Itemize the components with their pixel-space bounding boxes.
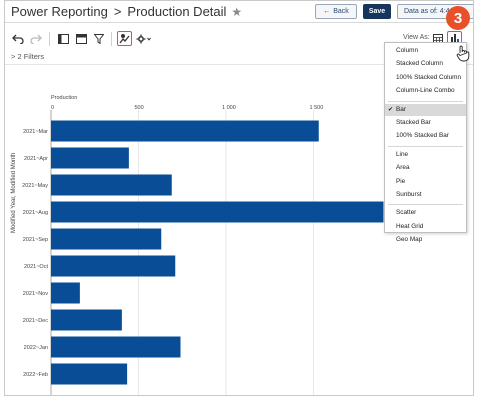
y-category-label: 2021~May: [22, 183, 48, 189]
analyze-chart-icon[interactable]: [117, 31, 132, 46]
menu-item-label: Bar: [396, 105, 406, 113]
x-axis-ticks: 0 500 1 000 1 500: [51, 105, 323, 111]
undo-icon[interactable]: [11, 32, 25, 46]
chart-type-menu: Column Stacked Column 100% Stacked Column C…: [384, 42, 467, 243]
menu-item-label: 100% Stacked Column: [396, 73, 462, 81]
menu-item-label: Line: [396, 150, 409, 158]
layout-panel-icon[interactable]: [56, 32, 70, 46]
checkmark-icon: ✔: [388, 106, 394, 113]
menu-item-label: Heat Grid: [396, 222, 424, 230]
bar[interactable]: [51, 174, 172, 196]
bar[interactable]: [51, 363, 128, 385]
menu-item-label: 100% Stacked Bar: [396, 132, 449, 140]
menu-item-scatter[interactable]: Scatter: [385, 207, 466, 219]
bars: [51, 120, 384, 385]
menu-item-line[interactable]: Line: [385, 149, 466, 161]
report-window: Power Reporting > Production Detail ★ ← Bac…: [4, 0, 474, 396]
back-button[interactable]: ← Back: [315, 4, 357, 19]
menu-item-label: Geo Map: [396, 236, 423, 244]
bar[interactable]: [51, 336, 181, 358]
menu-separator: [388, 204, 463, 206]
filter-icon[interactable]: [92, 32, 106, 46]
y-category-label: 2021~Sep: [23, 237, 48, 243]
save-button[interactable]: Save: [363, 4, 391, 19]
redo-icon[interactable]: [29, 32, 43, 46]
y-category-label: 2021~Nov: [23, 291, 48, 297]
y-category-label: 2021~Dec: [23, 318, 48, 324]
page-title: Production Detail: [127, 4, 227, 19]
page-header: Power Reporting > Production Detail ★ ← Bac…: [5, 1, 473, 23]
bar[interactable]: [51, 120, 319, 142]
menu-item-label: Column-Line Combo: [396, 87, 455, 95]
view-as-label: View As:: [403, 34, 430, 41]
toolbar-divider: [49, 32, 50, 46]
menu-item-100pct-stacked-bar[interactable]: 100% Stacked Bar: [385, 130, 466, 142]
y-category-label: 2022~Feb: [23, 372, 48, 378]
menu-item-stacked-column[interactable]: Stacked Column: [385, 58, 466, 70]
menu-item-label: Stacked Bar: [396, 119, 431, 126]
breadcrumb: Power Reporting > Production Detail ★: [11, 4, 242, 19]
filters-toggle[interactable]: > 2 Filters: [11, 52, 44, 61]
favorite-star-icon[interactable]: ★: [231, 5, 242, 19]
menu-item-label: Sunburst: [396, 191, 422, 198]
menu-item-geo-map[interactable]: Geo Map: [385, 234, 466, 246]
y-category-label: 2021~Mar: [23, 129, 48, 135]
menu-item-label: Scatter: [396, 209, 417, 217]
y-category-label: 2022~Jan: [24, 345, 48, 351]
menu-item-column[interactable]: Column: [385, 45, 466, 57]
menu-item-column-line-combo[interactable]: Column-Line Combo: [385, 85, 466, 97]
y-category-label: 2021~Oct: [24, 264, 48, 270]
menu-item-100pct-stacked-column[interactable]: 100% Stacked Column: [385, 72, 466, 84]
bar[interactable]: [51, 147, 129, 169]
menu-item-label: Stacked Column: [396, 60, 443, 68]
x-axis-title: Production: [51, 95, 77, 101]
x-tick-label: 500: [135, 105, 144, 111]
arrow-left-icon: ←: [323, 8, 331, 15]
breadcrumb-root[interactable]: Power Reporting: [11, 4, 108, 19]
bar[interactable]: [51, 255, 176, 277]
menu-item-sunburst[interactable]: Sunburst: [385, 189, 466, 201]
menu-item-label: Column: [396, 47, 419, 54]
x-tick-label: 0: [51, 105, 54, 111]
x-tick-label: 1 500: [310, 105, 324, 111]
y-category-label: 2021~Apr: [24, 156, 48, 162]
menu-separator: [388, 145, 463, 147]
table-view-icon[interactable]: [74, 32, 88, 46]
bar[interactable]: [51, 282, 80, 304]
menu-separator: [388, 100, 463, 102]
menu-item-pie[interactable]: Pie: [385, 176, 466, 188]
bar[interactable]: [51, 309, 122, 331]
x-tick-label: 1 000: [222, 105, 236, 111]
settings-gear-icon[interactable]: [135, 32, 153, 46]
back-label: Back: [333, 8, 349, 15]
y-axis-title: Modified Year, Modified Month: [11, 152, 17, 233]
bar[interactable]: [51, 228, 162, 250]
menu-item-label: Area: [396, 164, 410, 172]
breadcrumb-separator: >: [113, 4, 122, 19]
step-badge: 3: [446, 6, 470, 30]
y-category-label: 2021~Aug: [23, 210, 48, 216]
menu-item-bar[interactable]: ✔ Bar: [385, 103, 466, 116]
menu-item-stacked-bar[interactable]: Stacked Bar: [385, 117, 466, 129]
menu-item-heat-grid[interactable]: Heat Grid: [385, 221, 466, 233]
bar[interactable]: [51, 201, 384, 223]
hand-cursor-icon: [456, 45, 470, 67]
menu-item-label: Pie: [396, 177, 406, 185]
toolbar-divider: [111, 32, 112, 46]
menu-item-area[interactable]: Area: [385, 162, 466, 174]
y-axis-categories: 2021~Mar 2021~Apr 2021~May 2021~Aug 2021~Sep…: [22, 129, 48, 378]
